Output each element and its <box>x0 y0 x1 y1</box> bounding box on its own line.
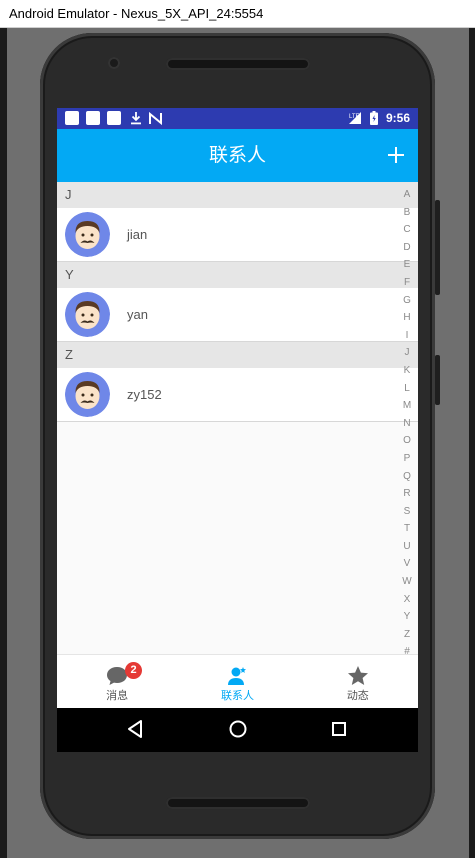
index-letter[interactable]: G <box>403 292 411 310</box>
index-letter[interactable]: A <box>404 186 411 204</box>
index-letter[interactable]: X <box>404 591 411 609</box>
index-letter[interactable]: V <box>404 555 411 573</box>
status-time: 9:56 <box>385 111 410 125</box>
contact-row[interactable]: zy152 <box>57 368 418 422</box>
index-letter[interactable]: D <box>403 239 410 257</box>
notification-square-icon <box>65 111 79 125</box>
contact-row[interactable]: jian <box>57 208 418 262</box>
index-letter[interactable]: C <box>403 221 410 239</box>
index-letter[interactable]: I <box>406 327 409 345</box>
index-letter[interactable]: U <box>403 538 410 556</box>
index-letter[interactable]: L <box>404 380 410 398</box>
index-letter[interactable]: P <box>404 450 411 468</box>
bottom-speaker-grille <box>166 797 310 809</box>
home-icon[interactable] <box>228 719 248 739</box>
bottom-navigation: 2 消息 联系人 动态 <box>57 654 418 709</box>
section-header: Z <box>57 342 418 368</box>
status-bar: LTE 9:56 <box>57 108 418 129</box>
page-title: 联系人 <box>208 144 266 166</box>
nav-item-moments[interactable]: 动态 <box>298 655 418 709</box>
star-icon <box>347 666 368 685</box>
index-letter[interactable]: N <box>403 415 410 433</box>
nav-item-contacts[interactable]: 联系人 <box>177 655 297 709</box>
avatar <box>65 212 110 257</box>
index-letter[interactable]: H <box>403 309 410 327</box>
contact-name: zy152 <box>127 387 162 402</box>
avatar <box>65 292 110 337</box>
section-header: Y <box>57 262 418 288</box>
front-camera <box>108 57 120 69</box>
index-letter[interactable]: O <box>403 432 411 450</box>
phone-screen: LTE 9:56 联系人 J jian Y yan Z zy152 A B C … <box>57 108 418 752</box>
unread-badge: 2 <box>125 662 142 679</box>
frame-left-edge <box>0 28 7 858</box>
notification-square-icon <box>107 111 121 125</box>
index-letter[interactable]: Z <box>404 626 410 644</box>
nav-label: 动态 <box>346 689 369 702</box>
system-navigation-bar <box>57 708 418 752</box>
frame-right-edge <box>469 28 475 858</box>
back-icon[interactable] <box>127 719 143 739</box>
lte-signal-icon: LTE <box>349 112 361 124</box>
recents-icon[interactable] <box>331 719 347 739</box>
plus-icon <box>388 147 404 163</box>
section-header: J <box>57 182 418 208</box>
index-letter[interactable]: Y <box>404 608 411 626</box>
index-letter[interactable]: E <box>404 256 411 274</box>
app-bar: 联系人 <box>57 129 418 182</box>
svg-text:LTE: LTE <box>349 114 360 120</box>
alphabet-index-bar[interactable]: A B C D E F G H I J K L M N O P Q R S T U V W X Y Z # <box>400 186 414 661</box>
contact-row[interactable]: yan <box>57 288 418 342</box>
index-letter[interactable]: S <box>404 503 411 521</box>
index-letter[interactable]: K <box>404 362 411 380</box>
add-contact-button[interactable] <box>382 141 410 169</box>
download-icon <box>131 112 141 125</box>
avatar <box>65 372 110 417</box>
power-button[interactable] <box>435 355 440 405</box>
contact-icon <box>228 667 247 685</box>
index-letter[interactable]: F <box>404 274 410 292</box>
nav-label: 消息 <box>106 689 129 702</box>
index-letter[interactable]: R <box>403 485 410 503</box>
volume-button[interactable] <box>435 200 440 295</box>
contact-name: jian <box>127 227 148 242</box>
window-title: Android Emulator - Nexus_5X_API_24:5554 <box>0 0 475 28</box>
top-speaker-grille <box>166 58 310 70</box>
battery-icon <box>370 111 378 125</box>
nav-label: 联系人 <box>220 689 254 702</box>
contact-list: J jian Y yan Z zy152 <box>57 182 418 422</box>
index-letter[interactable]: M <box>403 397 411 415</box>
index-letter[interactable]: T <box>404 520 410 538</box>
notification-square-icon <box>86 111 100 125</box>
nav-item-messages[interactable]: 2 消息 <box>57 655 177 709</box>
index-letter[interactable]: Q <box>403 468 411 486</box>
index-letter[interactable]: B <box>404 204 411 222</box>
index-letter[interactable]: J <box>405 344 410 362</box>
n-icon <box>149 112 162 125</box>
contact-name: yan <box>127 307 148 322</box>
index-letter[interactable]: W <box>402 573 411 591</box>
